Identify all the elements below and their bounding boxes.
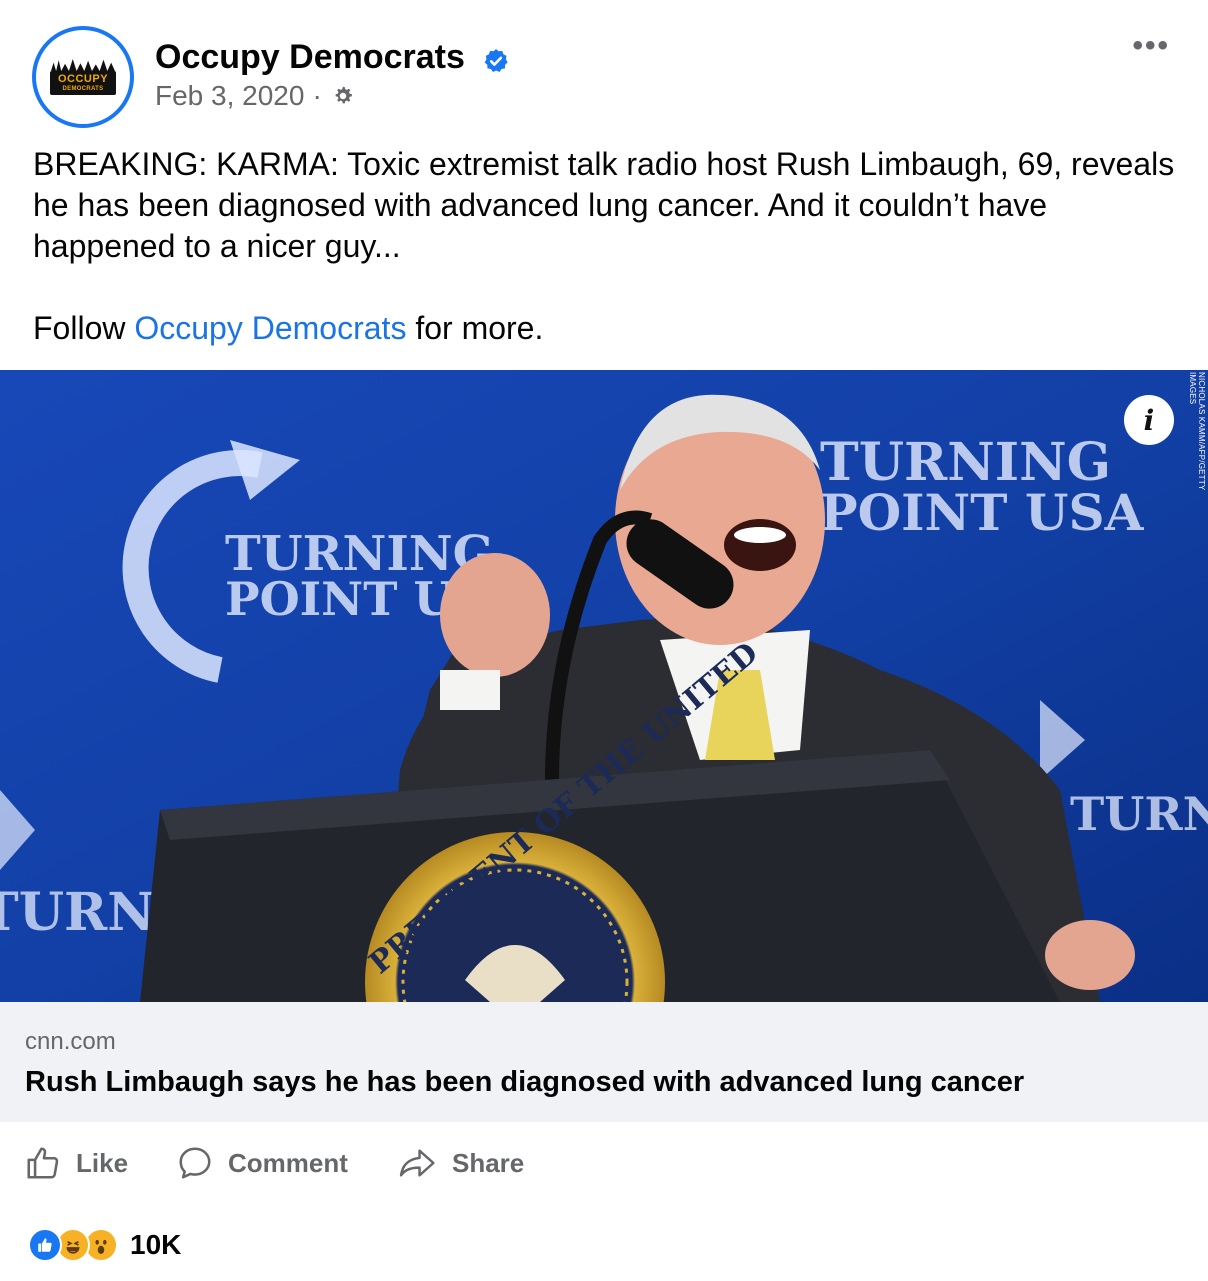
comment-bubble-icon — [179, 1147, 211, 1179]
share-label: Share — [452, 1147, 525, 1178]
like-button[interactable]: Like — [24, 1144, 128, 1182]
globe-gear-icon — [335, 86, 352, 104]
share-button[interactable]: Share — [398, 1144, 524, 1182]
post-message: BREAKING: KARMA: Toxic extremist talk ra… — [33, 146, 1175, 264]
more-options-button[interactable]: ••• — [1132, 31, 1170, 61]
like-reaction-icon — [28, 1228, 62, 1262]
reaction-count[interactable]: 10K — [130, 1229, 181, 1261]
comment-button[interactable]: Comment — [176, 1144, 348, 1182]
post-header: OCCUPY DEMOCRATS Occupy Democrats Feb 3,… — [0, 0, 1208, 140]
page-name-link[interactable]: Occupy Democrats — [155, 38, 465, 77]
logo-text-line1: OCCUPY — [57, 72, 109, 85]
link-domain: cnn.com — [25, 1028, 116, 1055]
thumbs-up-icon — [27, 1147, 59, 1179]
backdrop-text-6: TURNING — [1070, 787, 1208, 841]
post-photo[interactable]: TURNING POINT USA TURNING POINT USA TURN… — [0, 370, 1208, 1002]
link-preview[interactable]: cnn.com Rush Limbaugh says he has been d… — [0, 1002, 1208, 1122]
photo-illustration: TURNING POINT USA TURNING POINT USA TURN… — [0, 370, 1208, 1002]
logo-crowd-graphic — [51, 59, 115, 71]
link-headline[interactable]: Rush Limbaugh says he has been diagnosed… — [25, 1066, 1024, 1099]
photo-credit: NICHOLAS KAMM/AFP/GETTY IMAGES — [1188, 372, 1206, 491]
page-logo: OCCUPY DEMOCRATS — [42, 36, 124, 118]
post-meta: Feb 3, 2020 · — [155, 80, 356, 112]
follow-line: Follow Occupy Democrats for more. — [33, 308, 1183, 349]
logo-box: OCCUPY DEMOCRATS — [50, 71, 116, 95]
follow-prefix: Follow — [33, 310, 135, 346]
photo-info-button[interactable]: i — [1124, 395, 1174, 445]
meta-separator: · — [312, 80, 322, 111]
share-arrow-icon — [399, 1149, 435, 1177]
post-date[interactable]: Feb 3, 2020 — [155, 80, 304, 112]
reaction-summary[interactable]: 10K — [28, 1228, 181, 1262]
comment-label: Comment — [228, 1147, 348, 1178]
like-label: Like — [76, 1147, 129, 1178]
verified-badge-icon — [484, 49, 508, 72]
page-avatar[interactable]: OCCUPY DEMOCRATS — [32, 26, 134, 128]
action-bar: Like Comment Share — [0, 1130, 1208, 1200]
backdrop-text-4: POINT USA — [820, 483, 1145, 542]
logo-text-line2: DEMOCRATS — [62, 85, 104, 92]
follow-suffix: for more. — [406, 310, 544, 346]
post-body: BREAKING: KARMA: Toxic extremist talk ra… — [33, 144, 1183, 390]
follow-page-link[interactable]: Occupy Democrats — [134, 310, 406, 346]
